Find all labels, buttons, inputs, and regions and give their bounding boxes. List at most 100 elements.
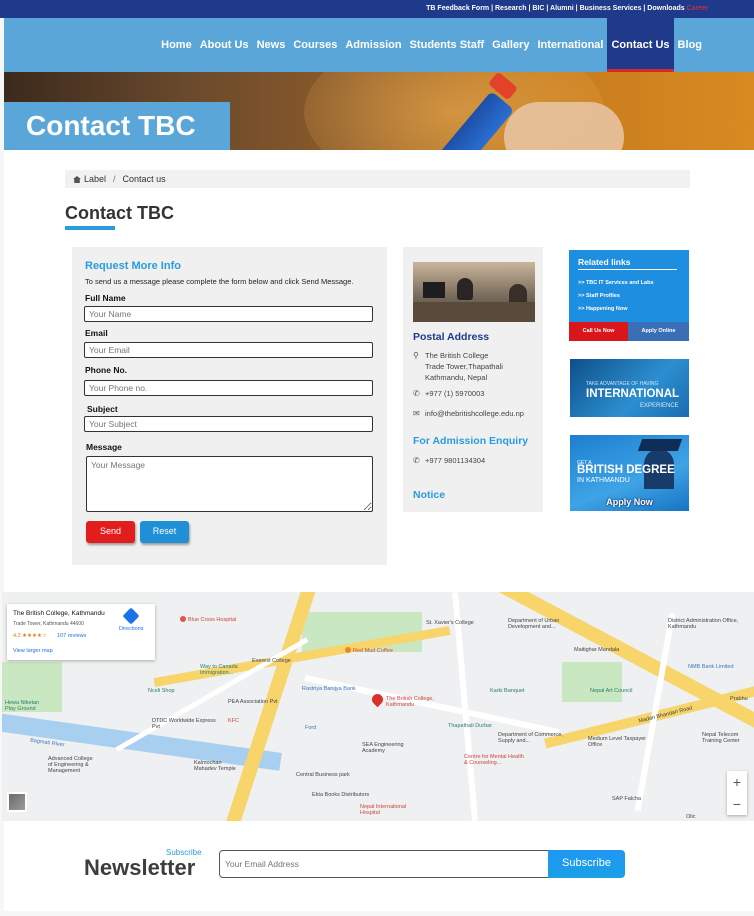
map-poi[interactable]: Ford xyxy=(305,725,316,731)
map-poi[interactable]: Karki Banquet xyxy=(490,688,525,694)
directions-link[interactable]: Directions xyxy=(119,626,143,632)
nav-admission[interactable]: Admission xyxy=(341,18,405,72)
nav-about-us[interactable]: About Us xyxy=(196,18,253,72)
map-poi[interactable]: Medium Level Taxpayer Office xyxy=(588,736,646,748)
breadcrumb-separator: / xyxy=(113,174,116,184)
subject-input[interactable] xyxy=(84,416,373,432)
home-icon[interactable] xyxy=(73,176,81,183)
phone-label: Phone No. xyxy=(85,365,128,375)
map-poi[interactable]: Central Business park xyxy=(296,772,350,778)
map-card-reviews[interactable]: 107 reviews xyxy=(57,633,86,639)
send-button[interactable]: Send xyxy=(86,521,135,543)
map-poi[interactable]: Maitighar Mandala xyxy=(574,647,619,653)
subject-label: Subject xyxy=(87,404,118,414)
related-links-divider xyxy=(578,269,677,270)
map-poi[interactable]: Department of Urban Development and... xyxy=(508,618,590,630)
map-poi[interactable]: Advanced College of Engineering & Manage… xyxy=(48,756,94,774)
directions-icon[interactable] xyxy=(122,607,140,625)
newsletter-title: Newsletter xyxy=(84,855,196,880)
map-pin-label[interactable]: The British College, Kathmandu xyxy=(386,696,446,708)
career-link[interactable]: Career xyxy=(687,5,708,12)
call-us-now-button[interactable]: Call Us Now xyxy=(569,322,628,341)
nav-blog[interactable]: Blog xyxy=(674,18,706,72)
address-line: Kathmandu, Nepal xyxy=(425,373,488,382)
title-underline xyxy=(65,226,115,230)
map-poi: Olic xyxy=(686,814,696,820)
nav-gallery[interactable]: Gallery xyxy=(488,18,533,72)
form-heading: Request More Info xyxy=(85,260,181,272)
admission-phone-text[interactable]: +977 9801134304 xyxy=(425,455,485,466)
full-name-input[interactable] xyxy=(84,306,373,322)
email-input[interactable] xyxy=(84,342,373,358)
map-poi[interactable]: Department of Commerce, Supply and... xyxy=(498,732,568,744)
map-poi[interactable]: St. Xavier's College xyxy=(426,620,486,626)
map-poi[interactable]: Hewa Niketan Play Ground xyxy=(5,700,49,712)
related-link-happening-now[interactable]: >> Happening Now xyxy=(578,306,628,312)
message-textarea[interactable] xyxy=(86,456,373,512)
related-link-staff-profiles[interactable]: >> Staff Profiles xyxy=(578,293,620,299)
nav-international[interactable]: International xyxy=(533,18,607,72)
phone-text[interactable]: +977 (1) 5970003 xyxy=(425,388,484,399)
map-poi[interactable]: Thapathali Durbar xyxy=(448,723,492,729)
form-note: To send us a message please complete the… xyxy=(85,277,354,286)
map-poi[interactable]: Prabhu xyxy=(730,696,748,702)
hero-hand xyxy=(504,102,624,150)
map-poi[interactable]: Red Mud Coffee xyxy=(345,647,393,654)
map-poi[interactable]: Ekta Books Distributors xyxy=(312,792,369,798)
newsletter-email-input[interactable] xyxy=(219,850,549,878)
office-photo-desk xyxy=(413,302,535,322)
map-poi[interactable]: Nepal International Hospital xyxy=(360,804,420,816)
reset-button[interactable]: Reset xyxy=(140,521,189,543)
map-poi[interactable]: DTDC Worldwide Express Pvt xyxy=(152,718,218,730)
full-name-label: Full Name xyxy=(85,293,126,303)
related-link-it-services[interactable]: >> TBC IT Services and Labs xyxy=(578,280,654,286)
email-label: Email xyxy=(85,328,108,338)
nav-students-staff[interactable]: Students Staff xyxy=(406,18,489,72)
map-poi[interactable]: SAP Falcha xyxy=(612,796,641,802)
message-label: Message xyxy=(86,442,122,452)
map-poi[interactable]: Kalmochan Mahadev Temple xyxy=(194,760,244,772)
apply-online-button[interactable]: Apply Online xyxy=(628,322,689,341)
map-poi[interactable]: District Administration Office, Kathmand… xyxy=(668,618,746,630)
office-photo-screen xyxy=(423,282,445,298)
map-poi[interactable]: Nepal Art Council xyxy=(590,688,660,694)
main-nav: Home About Us News Courses Admission Stu… xyxy=(4,18,754,72)
map-place-card: The British College, Kathmandu Trade Tow… xyxy=(7,604,155,660)
nav-news[interactable]: News xyxy=(253,18,290,72)
international-experience-banner[interactable]: TAKE ADVANTAGE OF HAVING INTERNATIONAL E… xyxy=(570,359,689,417)
breadcrumb-home[interactable]: Label xyxy=(84,174,106,184)
map-card-address: Trade Tower, Kathmandu 44600 xyxy=(13,621,84,627)
phone-input[interactable] xyxy=(84,380,373,396)
map-poi[interactable]: Blue Cross Hospital xyxy=(180,616,236,623)
newsletter-subscribe-button[interactable]: Subscribe xyxy=(548,850,625,878)
phone-icon: ✆ xyxy=(413,389,420,398)
map-poi[interactable]: Everest College xyxy=(252,658,312,664)
banner-intl-title: INTERNATIONAL xyxy=(586,388,680,400)
map-poi[interactable]: Centre for Mental Health & Counseling... xyxy=(464,754,528,766)
map-poi[interactable]: NMB Bank Limited xyxy=(688,664,734,670)
map-poi[interactable]: PEA Association Pvt xyxy=(228,699,278,705)
map-poi[interactable]: KFC xyxy=(228,718,239,724)
view-larger-map-link[interactable]: View larger map xyxy=(13,648,53,654)
map-poi[interactable]: Nepal Telecom Training Center xyxy=(702,732,754,744)
phone-icon: ✆ xyxy=(413,456,420,465)
email-text[interactable]: info@thebritishcollege.edu.np xyxy=(425,408,524,419)
office-photo-person xyxy=(457,278,473,300)
banner-intl-sub: EXPERIENCE xyxy=(640,403,679,409)
map-poi[interactable]: Way to Canada Immigration... xyxy=(200,664,260,676)
banner-intl-small: TAKE ADVANTAGE OF HAVING xyxy=(586,381,659,387)
satellite-toggle-button[interactable] xyxy=(7,792,27,812)
map-park xyxy=(562,662,622,702)
nav-courses[interactable]: Courses xyxy=(289,18,341,72)
utility-links[interactable]: TB Feedback Form | Research | BIC | Alum… xyxy=(426,5,685,12)
apply-now-button[interactable]: Apply Now xyxy=(570,493,689,511)
map-poi[interactable]: SEA Engineering Academy xyxy=(362,742,416,754)
map-poi[interactable]: Rastriya Banijya Bank xyxy=(302,686,356,692)
nav-contact-us[interactable]: Contact Us xyxy=(607,18,674,72)
zoom-in-button[interactable]: + xyxy=(727,771,747,793)
british-degree-banner[interactable]: GET A BRITISH DEGREE IN KATHMANDU Apply … xyxy=(570,435,689,511)
map-poi[interactable]: Nceli Shop xyxy=(148,688,175,694)
zoom-out-button[interactable]: − xyxy=(727,793,747,815)
address-line: Trade Tower,Thapathali xyxy=(425,362,503,371)
nav-home[interactable]: Home xyxy=(157,18,196,72)
